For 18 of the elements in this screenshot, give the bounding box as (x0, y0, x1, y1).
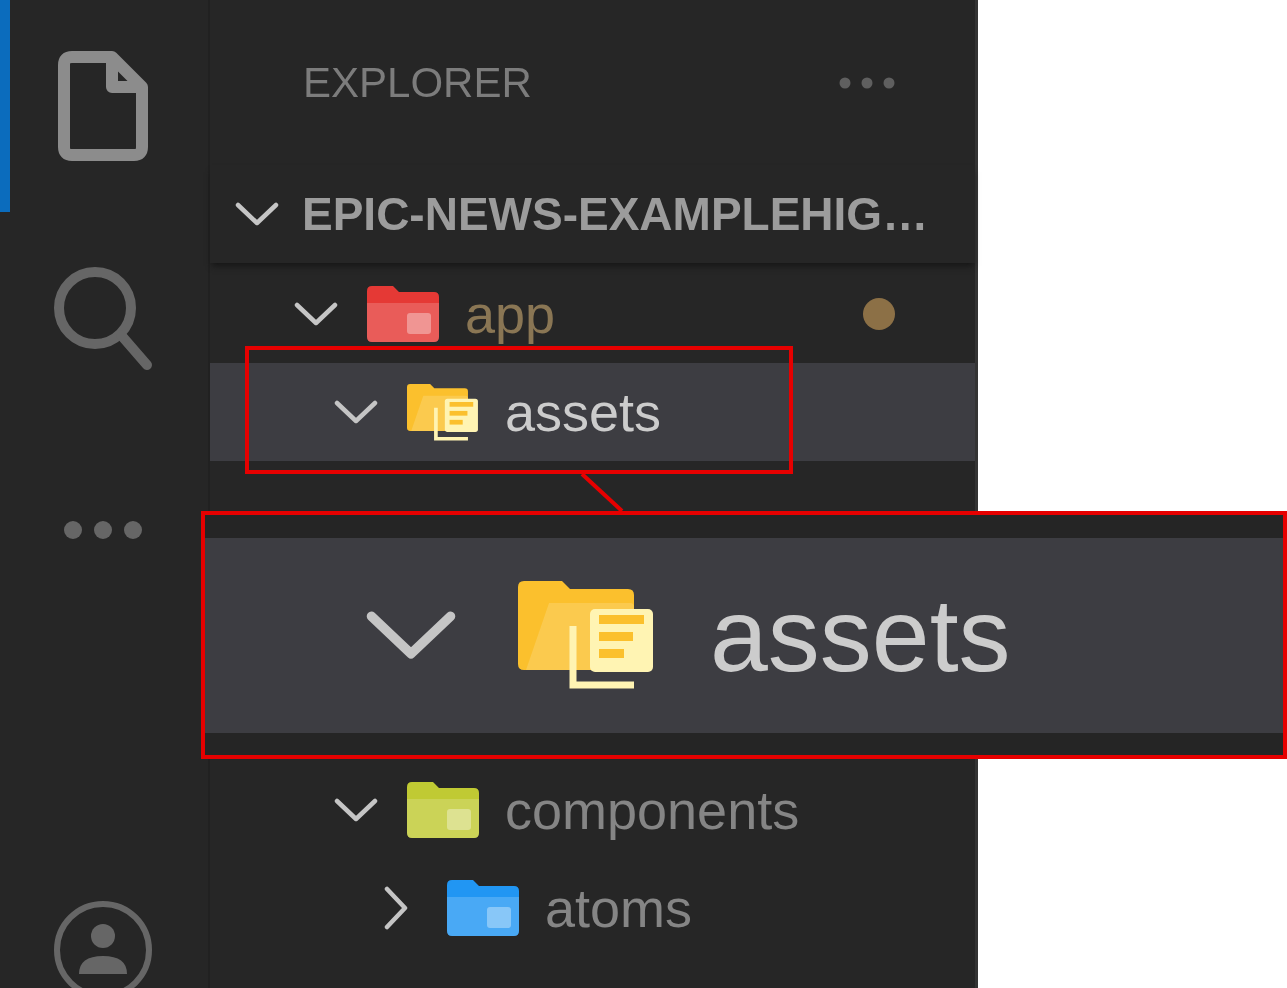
chevron-right-icon[interactable] (384, 886, 408, 930)
tree-item[interactable]: assets (210, 363, 975, 461)
tree-item[interactable]: components (210, 761, 975, 859)
chevron-down-icon[interactable] (235, 202, 279, 226)
more-icon[interactable] (839, 76, 895, 89)
tree-item[interactable]: atoms (210, 859, 975, 957)
chevron-down-icon[interactable] (334, 798, 378, 822)
chevron-down-icon[interactable] (294, 302, 338, 326)
search-icon[interactable] (53, 265, 153, 371)
chevron-down-icon[interactable] (334, 400, 378, 424)
account-icon[interactable] (53, 900, 153, 988)
chevron-down-icon[interactable] (365, 610, 457, 660)
file-icon[interactable] (58, 51, 148, 161)
tree-item[interactable]: app (210, 265, 975, 363)
more-icon[interactable] (63, 520, 143, 540)
panel-title: EXPLORER (303, 58, 532, 107)
folder-name: assets (710, 575, 1011, 695)
workspace-folder[interactable]: EPIC-NEWS-EXAMPLEHIG… (210, 165, 975, 263)
